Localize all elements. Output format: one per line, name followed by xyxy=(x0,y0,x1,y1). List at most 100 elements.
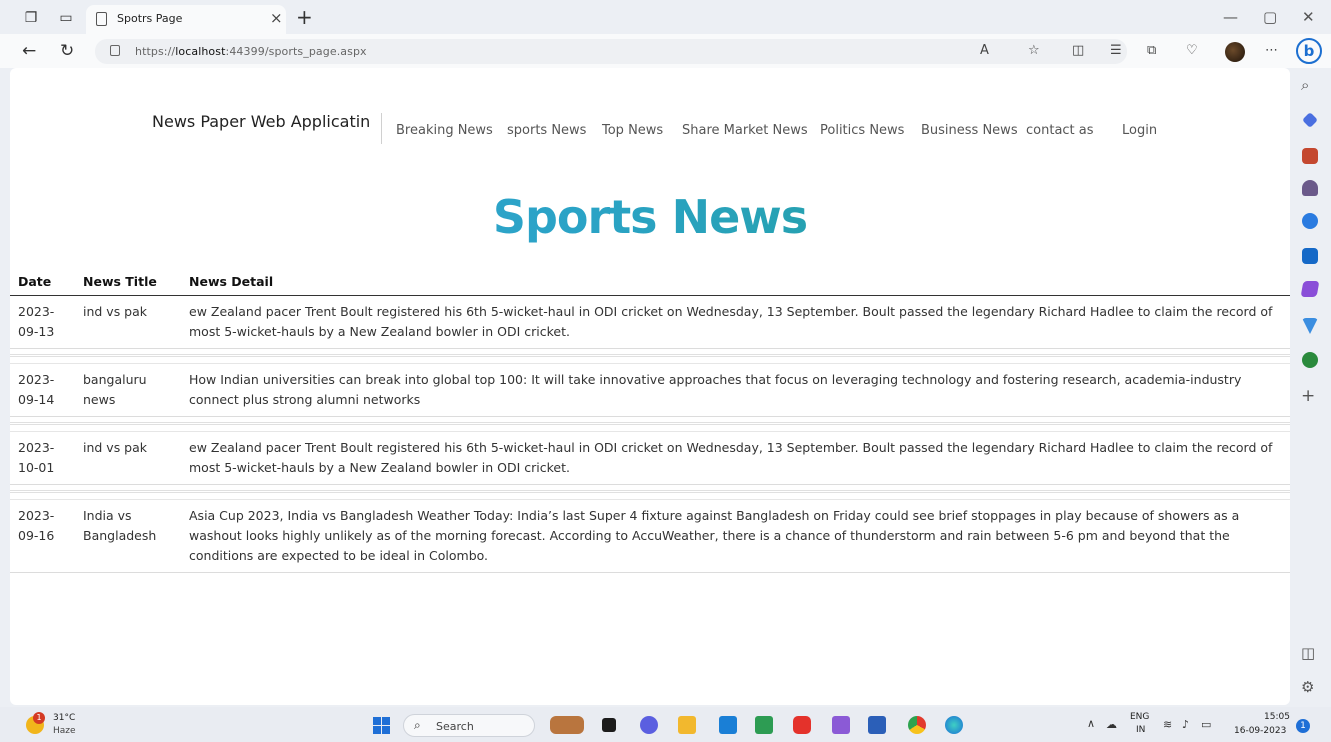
onedrive-icon[interactable]: ☁ xyxy=(1106,718,1117,731)
cell-date: 2023- 09-16 xyxy=(10,499,75,573)
tab-actions-icon[interactable]: ▭ xyxy=(57,9,75,27)
tools-briefcase-icon[interactable] xyxy=(1302,148,1318,164)
wifi-icon[interactable]: ≋ xyxy=(1163,718,1172,731)
restore-icon[interactable]: ▢ xyxy=(1263,8,1277,26)
region-code[interactable]: IN xyxy=(1136,725,1145,735)
search-icon: ⌕ xyxy=(414,718,421,732)
table-row: 2023- 10-01 ind vs pak ew Zealand pacer … xyxy=(10,431,1290,485)
table-row: 2023- 09-13 ind vs pak ew Zealand pacer … xyxy=(10,295,1290,349)
site-brand[interactable]: News Paper Web Applicatin xyxy=(152,112,370,131)
profile-avatar[interactable] xyxy=(1225,42,1245,62)
hide-sidebar-icon[interactable]: ◫ xyxy=(1301,644,1315,662)
cell-detail: How Indian universities can break into g… xyxy=(181,363,1290,417)
column-header-news-detail: News Detail xyxy=(181,264,1290,296)
weather-condition-text: Haze xyxy=(53,726,76,736)
cell-date: 2023- 09-14 xyxy=(10,363,75,417)
battery-icon[interactable]: ▭ xyxy=(1201,718,1211,731)
workspaces-icon[interactable]: ❐ xyxy=(22,9,40,27)
cell-title: ind vs pak xyxy=(75,295,181,349)
cell-title: India vs Bangladesh xyxy=(75,499,181,573)
tab-title: Spotrs Page xyxy=(117,12,183,25)
favorites-icon[interactable]: ☰ xyxy=(1110,43,1122,58)
notification-badge[interactable]: 1 xyxy=(1296,719,1310,733)
visual-studio-icon[interactable] xyxy=(832,716,850,734)
more-menu-icon[interactable]: ⋯ xyxy=(1265,43,1278,58)
nav-contact-as[interactable]: contact as xyxy=(1026,123,1094,138)
widget-panda-icon[interactable] xyxy=(550,716,584,734)
youtube-icon[interactable] xyxy=(793,716,811,734)
taskbar-search-box[interactable]: ⌕ Search xyxy=(403,714,535,737)
page-viewport: News Paper Web Applicatin Breaking News … xyxy=(10,68,1290,705)
file-explorer-icon[interactable] xyxy=(678,716,696,734)
url-text[interactable]: https://localhost:44399/sports_page.aspx xyxy=(135,45,367,58)
cell-detail: ew Zealand pacer Trent Boult registered … xyxy=(181,295,1290,349)
cell-detail: Asia Cup 2023, India vs Bangladesh Weath… xyxy=(181,499,1290,573)
nav-login[interactable]: Login xyxy=(1122,123,1157,138)
read-aloud-icon[interactable]: A xyxy=(980,43,989,58)
chrome-icon[interactable] xyxy=(908,716,926,734)
edge-icon[interactable] xyxy=(945,716,963,734)
bing-copilot-icon[interactable]: b xyxy=(1296,38,1322,64)
favorite-star-icon[interactable]: ☆ xyxy=(1028,43,1040,58)
cell-detail: ew Zealand pacer Trent Boult registered … xyxy=(181,431,1290,485)
close-window-icon[interactable]: ✕ xyxy=(1302,8,1315,26)
back-arrow-icon[interactable]: ← xyxy=(22,41,36,61)
chevron-up-icon[interactable]: ∧ xyxy=(1087,717,1095,730)
tree-icon[interactable] xyxy=(1302,352,1318,368)
nav-breaking-news[interactable]: Breaking News xyxy=(396,123,493,138)
add-sidebar-app-icon[interactable]: + xyxy=(1301,386,1315,406)
microsoft365-icon[interactable] xyxy=(1302,213,1318,229)
nav-sports-news[interactable]: sports News xyxy=(507,123,586,138)
table-header-row: Date News Title News Detail xyxy=(10,264,1290,296)
nav-divider xyxy=(381,113,382,144)
send-icon[interactable] xyxy=(1302,318,1318,334)
column-header-news-title: News Title xyxy=(75,264,181,296)
outlook-app-icon[interactable] xyxy=(719,716,737,734)
chat-icon[interactable] xyxy=(640,716,658,734)
row-separator xyxy=(10,484,1290,500)
collections-icon[interactable]: ⧉ xyxy=(1147,43,1156,58)
windows-taskbar: 1 31°C Haze ⌕ Search ∧ ☁ ENG IN ≋ ♪ ▭ 15… xyxy=(0,707,1331,742)
news-table: Date News Title News Detail 2023- 09-13 … xyxy=(10,264,1290,573)
nav-top-news[interactable]: Top News xyxy=(602,123,663,138)
clock-time[interactable]: 15:05 xyxy=(1264,712,1290,722)
designer-icon[interactable] xyxy=(1300,281,1320,297)
minimize-icon[interactable]: — xyxy=(1223,8,1238,26)
temperature-text: 31°C xyxy=(53,713,76,723)
weather-alert-badge: 1 xyxy=(33,712,45,724)
volume-icon[interactable]: ♪ xyxy=(1182,718,1189,731)
cell-title: ind vs pak xyxy=(75,431,181,485)
page-title: Sports News xyxy=(10,190,1290,244)
nav-business-news[interactable]: Business News xyxy=(921,123,1018,138)
new-tab-button[interactable]: + xyxy=(296,5,313,29)
refresh-icon[interactable]: ↻ xyxy=(60,41,74,61)
table-row: 2023- 09-16 India vs Bangladesh Asia Cup… xyxy=(10,499,1290,573)
search-label: Search xyxy=(436,720,474,733)
page-icon xyxy=(96,12,107,26)
clock-date[interactable]: 16-09-2023 xyxy=(1234,726,1286,736)
browser-tab[interactable]: Spotrs Page × xyxy=(86,5,286,34)
health-icon[interactable]: ♡ xyxy=(1186,43,1198,58)
address-bar[interactable]: https://localhost:44399/sports_page.aspx xyxy=(95,39,1127,64)
task-view-icon[interactable] xyxy=(602,718,616,732)
nav-share-market-news[interactable]: Share Market News xyxy=(682,123,808,138)
windows-start-icon[interactable] xyxy=(373,717,390,734)
split-screen-icon[interactable]: ◫ xyxy=(1072,43,1084,58)
nav-politics-news[interactable]: Politics News xyxy=(820,123,904,138)
column-header-date: Date xyxy=(10,264,75,296)
settings-gear-icon[interactable]: ⚙ xyxy=(1301,678,1314,696)
cell-date: 2023- 10-01 xyxy=(10,431,75,485)
row-separator xyxy=(10,416,1290,432)
outlook-icon[interactable] xyxy=(1302,248,1318,264)
search-icon[interactable]: ⌕ xyxy=(1301,76,1309,94)
close-tab-icon[interactable]: × xyxy=(270,9,283,27)
language-code[interactable]: ENG xyxy=(1130,712,1149,722)
l-app-icon[interactable] xyxy=(755,716,773,734)
games-icon[interactable] xyxy=(1302,180,1318,196)
shopping-tag-icon[interactable] xyxy=(1302,112,1318,128)
word-icon[interactable] xyxy=(868,716,886,734)
browser-tab-bar: ❐ ▭ Spotrs Page × + — ▢ ✕ xyxy=(0,0,1331,34)
cell-date: 2023- 09-13 xyxy=(10,295,75,349)
cell-title: bangaluru news xyxy=(75,363,181,417)
edge-sidebar: ⌕ + ◫ ⚙ xyxy=(1292,68,1331,707)
